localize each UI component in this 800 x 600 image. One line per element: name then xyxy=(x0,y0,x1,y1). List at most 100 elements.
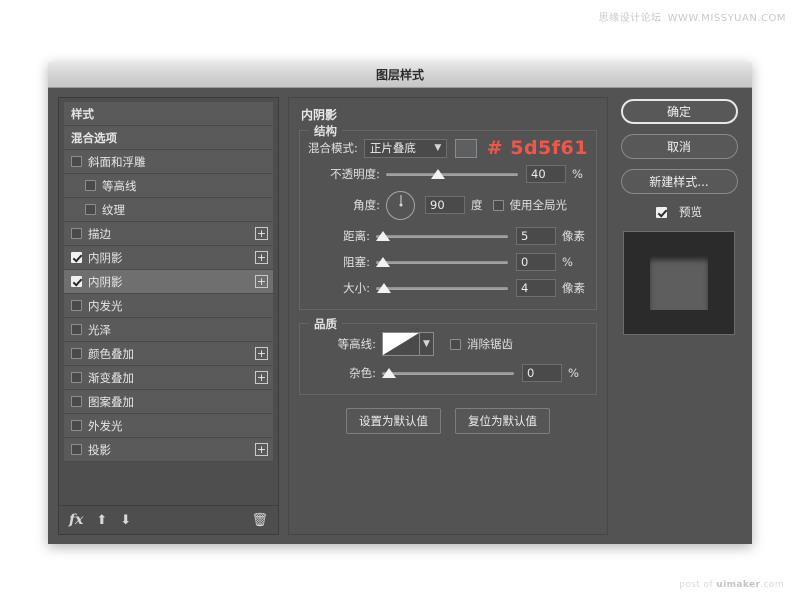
preview-checkbox[interactable] xyxy=(656,206,667,218)
style-row[interactable]: 图案叠加 xyxy=(64,390,273,414)
add-effect-plus-icon[interactable]: + xyxy=(255,371,268,384)
angle-unit: 度 xyxy=(471,198,483,212)
new-style-button[interactable]: 新建样式... xyxy=(620,169,738,194)
noise-label: 杂色: xyxy=(349,366,376,380)
add-effect-plus-icon[interactable]: + xyxy=(255,227,268,240)
style-row-checkbox[interactable] xyxy=(71,300,82,311)
noise-input[interactable]: 0 xyxy=(522,364,562,382)
default-buttons-row: 设置为默认值 复位为默认值 xyxy=(299,408,597,434)
styles-list[interactable]: 样式 混合选项 斜面和浮雕 等高线 纹理 描边 + 内阴影 + 内阴影 + 内发光 光泽 颜色叠加 + 渐变叠… xyxy=(59,98,278,505)
distance-slider[interactable] xyxy=(376,229,508,243)
style-row[interactable]: 内阴影 + xyxy=(64,270,273,294)
size-input[interactable]: 4 xyxy=(516,279,556,297)
add-effect-plus-icon[interactable]: + xyxy=(255,275,268,288)
style-row-label: 渐变叠加 xyxy=(88,370,134,385)
angle-value: 90 xyxy=(430,198,445,212)
trash-icon[interactable]: 🗑 xyxy=(251,514,268,527)
antialias-row[interactable]: 消除锯齿 xyxy=(450,336,513,352)
options-panel: 内阴影 结构 混合模式: 正片叠底 ▼ # 5d5f61 不透明度: 40 % … xyxy=(288,97,608,535)
style-row-checkbox[interactable] xyxy=(85,204,96,215)
shadow-color-swatch[interactable] xyxy=(455,138,477,158)
style-row[interactable]: 斜面和浮雕 xyxy=(64,150,273,174)
contour-picker[interactable]: ▼ xyxy=(382,332,434,356)
chevron-down-icon: ▼ xyxy=(434,143,442,153)
opacity-unit: % xyxy=(572,167,583,181)
noise-slider[interactable] xyxy=(382,366,514,380)
distance-slider-thumb[interactable] xyxy=(376,231,390,241)
contour-preview[interactable] xyxy=(382,332,420,356)
arrow-up-icon[interactable]: ⬆ xyxy=(96,514,107,527)
blend-mode-select[interactable]: 正片叠底 ▼ xyxy=(363,138,448,158)
style-row[interactable]: 光泽 xyxy=(64,318,273,342)
distance-input[interactable]: 5 xyxy=(516,227,556,245)
use-global-light-checkbox[interactable] xyxy=(492,199,504,211)
dialog-body: 样式 混合选项 斜面和浮雕 等高线 纹理 描边 + 内阴影 + 内阴影 + 内发光 光泽 颜色叠加 + 渐变叠… xyxy=(48,88,752,545)
style-row[interactable]: 内发光 xyxy=(64,294,273,318)
size-slider[interactable] xyxy=(376,281,508,295)
style-row-checkbox[interactable] xyxy=(71,252,82,263)
cancel-button[interactable]: 取消 xyxy=(620,134,738,159)
style-row-checkbox[interactable] xyxy=(71,324,82,335)
noise-slider-thumb[interactable] xyxy=(382,368,396,378)
style-row-label: 纹理 xyxy=(102,202,125,217)
distance-label: 距离: xyxy=(343,229,370,243)
style-row-checkbox[interactable] xyxy=(71,156,82,167)
antialias-checkbox[interactable] xyxy=(450,338,461,350)
watermark-bottom-suffix: .com xyxy=(760,580,784,590)
style-row[interactable]: 外发光 xyxy=(64,414,273,438)
actions-panel: 确定 取消 新建样式... 预览 xyxy=(617,97,741,535)
choke-slider[interactable] xyxy=(376,255,508,269)
opacity-value: 40 xyxy=(531,167,546,181)
opacity-label: 不透明度: xyxy=(330,167,380,181)
style-row-checkbox[interactable] xyxy=(71,348,82,359)
structure-fieldset: 结构 混合模式: 正片叠底 ▼ # 5d5f61 不透明度: 40 % 角度: … xyxy=(299,123,597,310)
choke-label: 阻塞: xyxy=(343,255,370,269)
style-row[interactable]: 等高线 xyxy=(64,174,273,198)
style-row[interactable]: 样式 xyxy=(64,102,273,126)
distance-unit: 像素 xyxy=(562,229,585,243)
add-effect-plus-icon[interactable]: + xyxy=(255,347,268,360)
style-row[interactable]: 颜色叠加 + xyxy=(64,342,273,366)
angle-input[interactable]: 90 xyxy=(425,196,465,214)
fx-icon[interactable]: fx xyxy=(69,513,83,527)
style-row-checkbox[interactable] xyxy=(71,444,82,455)
style-row-checkbox[interactable] xyxy=(85,180,96,191)
watermark-top-cn: 思缘设计论坛 xyxy=(598,13,662,24)
add-effect-plus-icon[interactable]: + xyxy=(255,251,268,264)
color-hex-annotation: # 5d5f61 xyxy=(486,137,588,159)
distance-slider-track xyxy=(376,234,508,238)
style-row-checkbox[interactable] xyxy=(71,420,82,431)
arrow-down-icon[interactable]: ⬇ xyxy=(120,514,131,527)
use-global-light-row[interactable]: 使用全局光 xyxy=(492,197,567,213)
dialog-titlebar[interactable]: 图层样式 xyxy=(48,62,752,88)
style-row-checkbox[interactable] xyxy=(71,396,82,407)
size-slider-thumb[interactable] xyxy=(377,283,392,293)
distance-row: 距离: 5 像素 xyxy=(308,225,588,247)
style-row[interactable]: 描边 + xyxy=(64,222,273,246)
style-row[interactable]: 内阴影 + xyxy=(64,246,273,270)
style-row[interactable]: 混合选项 xyxy=(64,126,273,150)
add-effect-plus-icon[interactable]: + xyxy=(255,443,268,456)
reset-default-button[interactable]: 复位为默认值 xyxy=(455,408,550,434)
style-row[interactable]: 纹理 xyxy=(64,198,273,222)
style-row[interactable]: 渐变叠加 + xyxy=(64,366,273,390)
structure-legend: 结构 xyxy=(309,123,342,139)
opacity-slider-thumb[interactable] xyxy=(430,169,445,179)
style-row-label: 样式 xyxy=(71,106,94,121)
style-row[interactable]: 投影 + xyxy=(64,438,273,462)
style-row-checkbox[interactable] xyxy=(71,372,82,383)
opacity-slider[interactable] xyxy=(386,167,518,181)
set-default-button[interactable]: 设置为默认值 xyxy=(346,408,441,434)
style-row-checkbox[interactable] xyxy=(71,228,82,239)
ok-button[interactable]: 确定 xyxy=(620,99,738,124)
style-row-label: 图案叠加 xyxy=(88,394,134,409)
style-row-checkbox[interactable] xyxy=(71,276,82,287)
contour-dropdown-button[interactable]: ▼ xyxy=(420,332,434,356)
choke-unit: % xyxy=(562,255,573,269)
preview-toggle-row[interactable]: 预览 xyxy=(656,204,702,220)
choke-slider-thumb[interactable] xyxy=(376,257,390,267)
choke-input[interactable]: 0 xyxy=(516,253,556,271)
angle-dial[interactable] xyxy=(386,190,415,220)
preview-thumbnail xyxy=(623,231,735,335)
opacity-input[interactable]: 40 xyxy=(526,165,566,183)
